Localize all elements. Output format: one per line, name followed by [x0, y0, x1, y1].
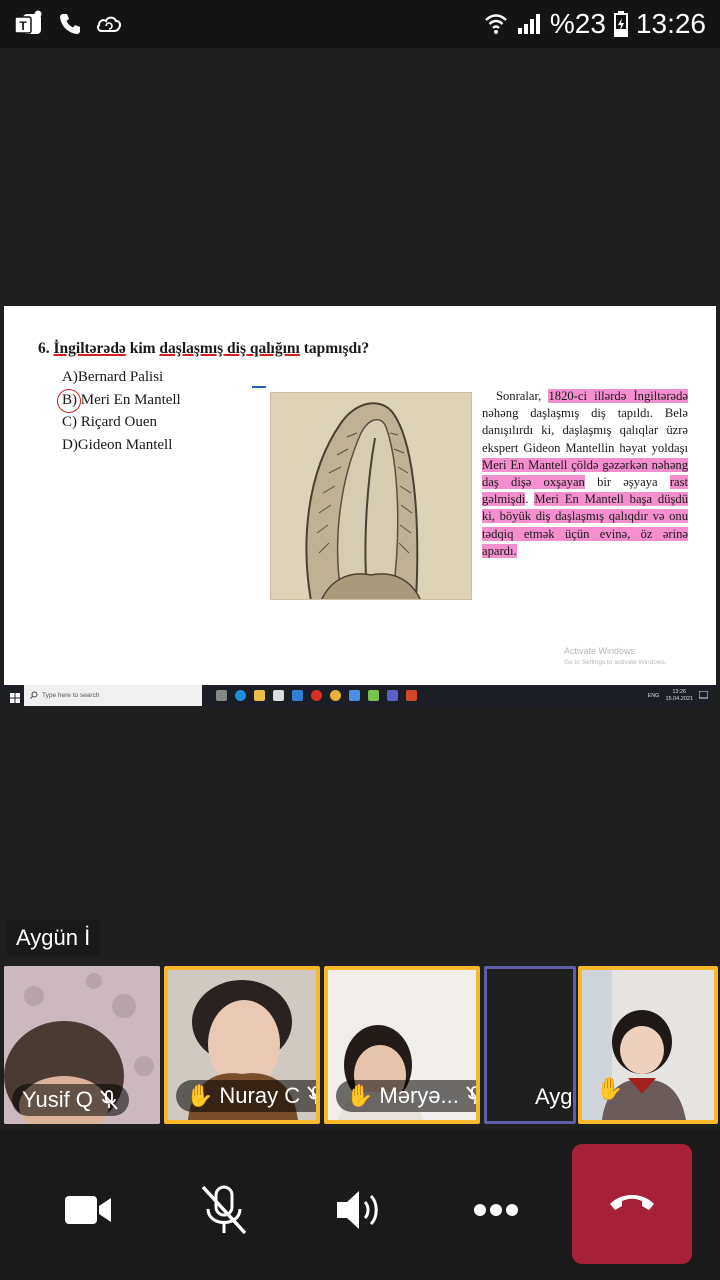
active-speaker-label: Aygün İ: [6, 920, 101, 956]
powerpoint-icon: [406, 690, 417, 701]
clock: 13:26: [635, 8, 706, 39]
participant-tile[interactable]: ✋ Məryə...: [324, 966, 480, 1124]
hang-up-icon: [607, 1190, 657, 1219]
raised-hand-icon: ✋: [346, 1083, 374, 1108]
question-part-1: İngiltərədə: [53, 340, 126, 357]
participant-name-tag: Yusif Q: [12, 1084, 129, 1116]
windows-taskbar: Type here to search ENG 13:26 15.04.2021: [4, 685, 716, 706]
mute-button[interactable]: [184, 1172, 264, 1252]
participant-tile[interactable]: ✋: [578, 966, 718, 1124]
svg-text:T: T: [19, 19, 27, 33]
more-options-icon: [473, 1203, 519, 1222]
phone-icon: [58, 12, 82, 36]
call-controls: [0, 1130, 720, 1280]
notification-icon: [698, 690, 709, 701]
participant-tile[interactable]: ✋ Nuray C: [164, 966, 320, 1124]
question-part-3: daşlaşmış diş qalığını: [159, 340, 300, 357]
tray-clock: 13:26 15.04.2021: [665, 688, 693, 702]
mic-muted-icon: [199, 1183, 249, 1242]
hang-up-button[interactable]: [572, 1144, 692, 1264]
wifi-icon: [484, 13, 508, 35]
participant-name-tag: ✋ Məryə...: [336, 1080, 476, 1112]
question-part-4: tapmışdı?: [299, 340, 370, 357]
battery-icon: [613, 11, 628, 37]
activate-windows-watermark: Activate Windows Go to Settings to activ…: [564, 646, 667, 666]
participant-tile[interactable]: Aygü: [484, 966, 576, 1124]
chrome-icon: [330, 690, 341, 701]
participant-strip: Yusif Q ✋ Nuray C ✋ Məryə... Ayg ✋: [0, 966, 720, 1126]
pen-mark: [252, 386, 266, 388]
shared-screen: 6. İngiltərədə kim daşlaşmış diş qalığın…: [4, 306, 716, 706]
teams-taskbar-icon: [387, 690, 398, 701]
explorer-icon: [254, 690, 265, 701]
option-b: B) Meri En Mantell: [57, 388, 181, 413]
mail-icon: [292, 690, 303, 701]
raised-hand-icon: ✋: [186, 1083, 214, 1108]
raised-hand-icon: ✋: [596, 1076, 624, 1101]
passage: Sonralar, 1820-ci illərdə İngiltərədə nə…: [482, 389, 689, 558]
system-tray: ENG 13:26 15.04.2021: [648, 689, 716, 703]
taskbar-apps: [216, 690, 417, 701]
question-part-2: kim: [125, 340, 160, 357]
video-camera-icon: [63, 1192, 113, 1233]
more-options-button[interactable]: [456, 1172, 536, 1252]
taskbar-search: Type here to search: [24, 685, 202, 706]
participant-name-tag: ✋ Nuray C: [176, 1080, 316, 1112]
opera-icon: [311, 690, 322, 701]
participant-name-tag: Aygü: [535, 1084, 573, 1109]
signal-icon: [516, 12, 542, 36]
option-c: C) Riçard Ouen: [62, 414, 157, 430]
status-bar: T %23 13:26: [0, 0, 720, 48]
speaker-icon: [335, 1187, 385, 1238]
option-a: A)Bernard Palisi: [62, 369, 164, 385]
participant-tile[interactable]: Yusif Q: [4, 966, 160, 1124]
answer-circle: [57, 388, 81, 413]
speaker-button[interactable]: [320, 1172, 400, 1252]
edge-icon: [235, 690, 246, 701]
question-number: 6.: [38, 340, 50, 357]
fossil-tooth-image: [270, 392, 472, 600]
mic-off-icon: [465, 1085, 476, 1107]
option-d: D)Gideon Mantell: [62, 436, 173, 453]
windows-start-icon: [10, 690, 20, 706]
teams-icon: T: [14, 10, 44, 38]
app-icon: [349, 690, 360, 701]
question: 6. İngiltərədə kim daşlaşmış diş qalığın…: [38, 340, 369, 358]
store-icon: [273, 690, 284, 701]
tray-lang: ENG: [647, 692, 660, 699]
task-view-icon: [216, 690, 227, 701]
cloud-sync-icon: [96, 13, 122, 35]
video-camera-button[interactable]: [48, 1172, 128, 1252]
search-icon: [30, 691, 38, 701]
mic-off-icon: [99, 1089, 119, 1111]
mic-off-icon: [306, 1085, 316, 1107]
answer-options: A)Bernard Palisi B) Meri En Mantell C) R…: [57, 366, 181, 456]
battery-percent: %23: [549, 8, 606, 39]
app-icon: [368, 690, 379, 701]
